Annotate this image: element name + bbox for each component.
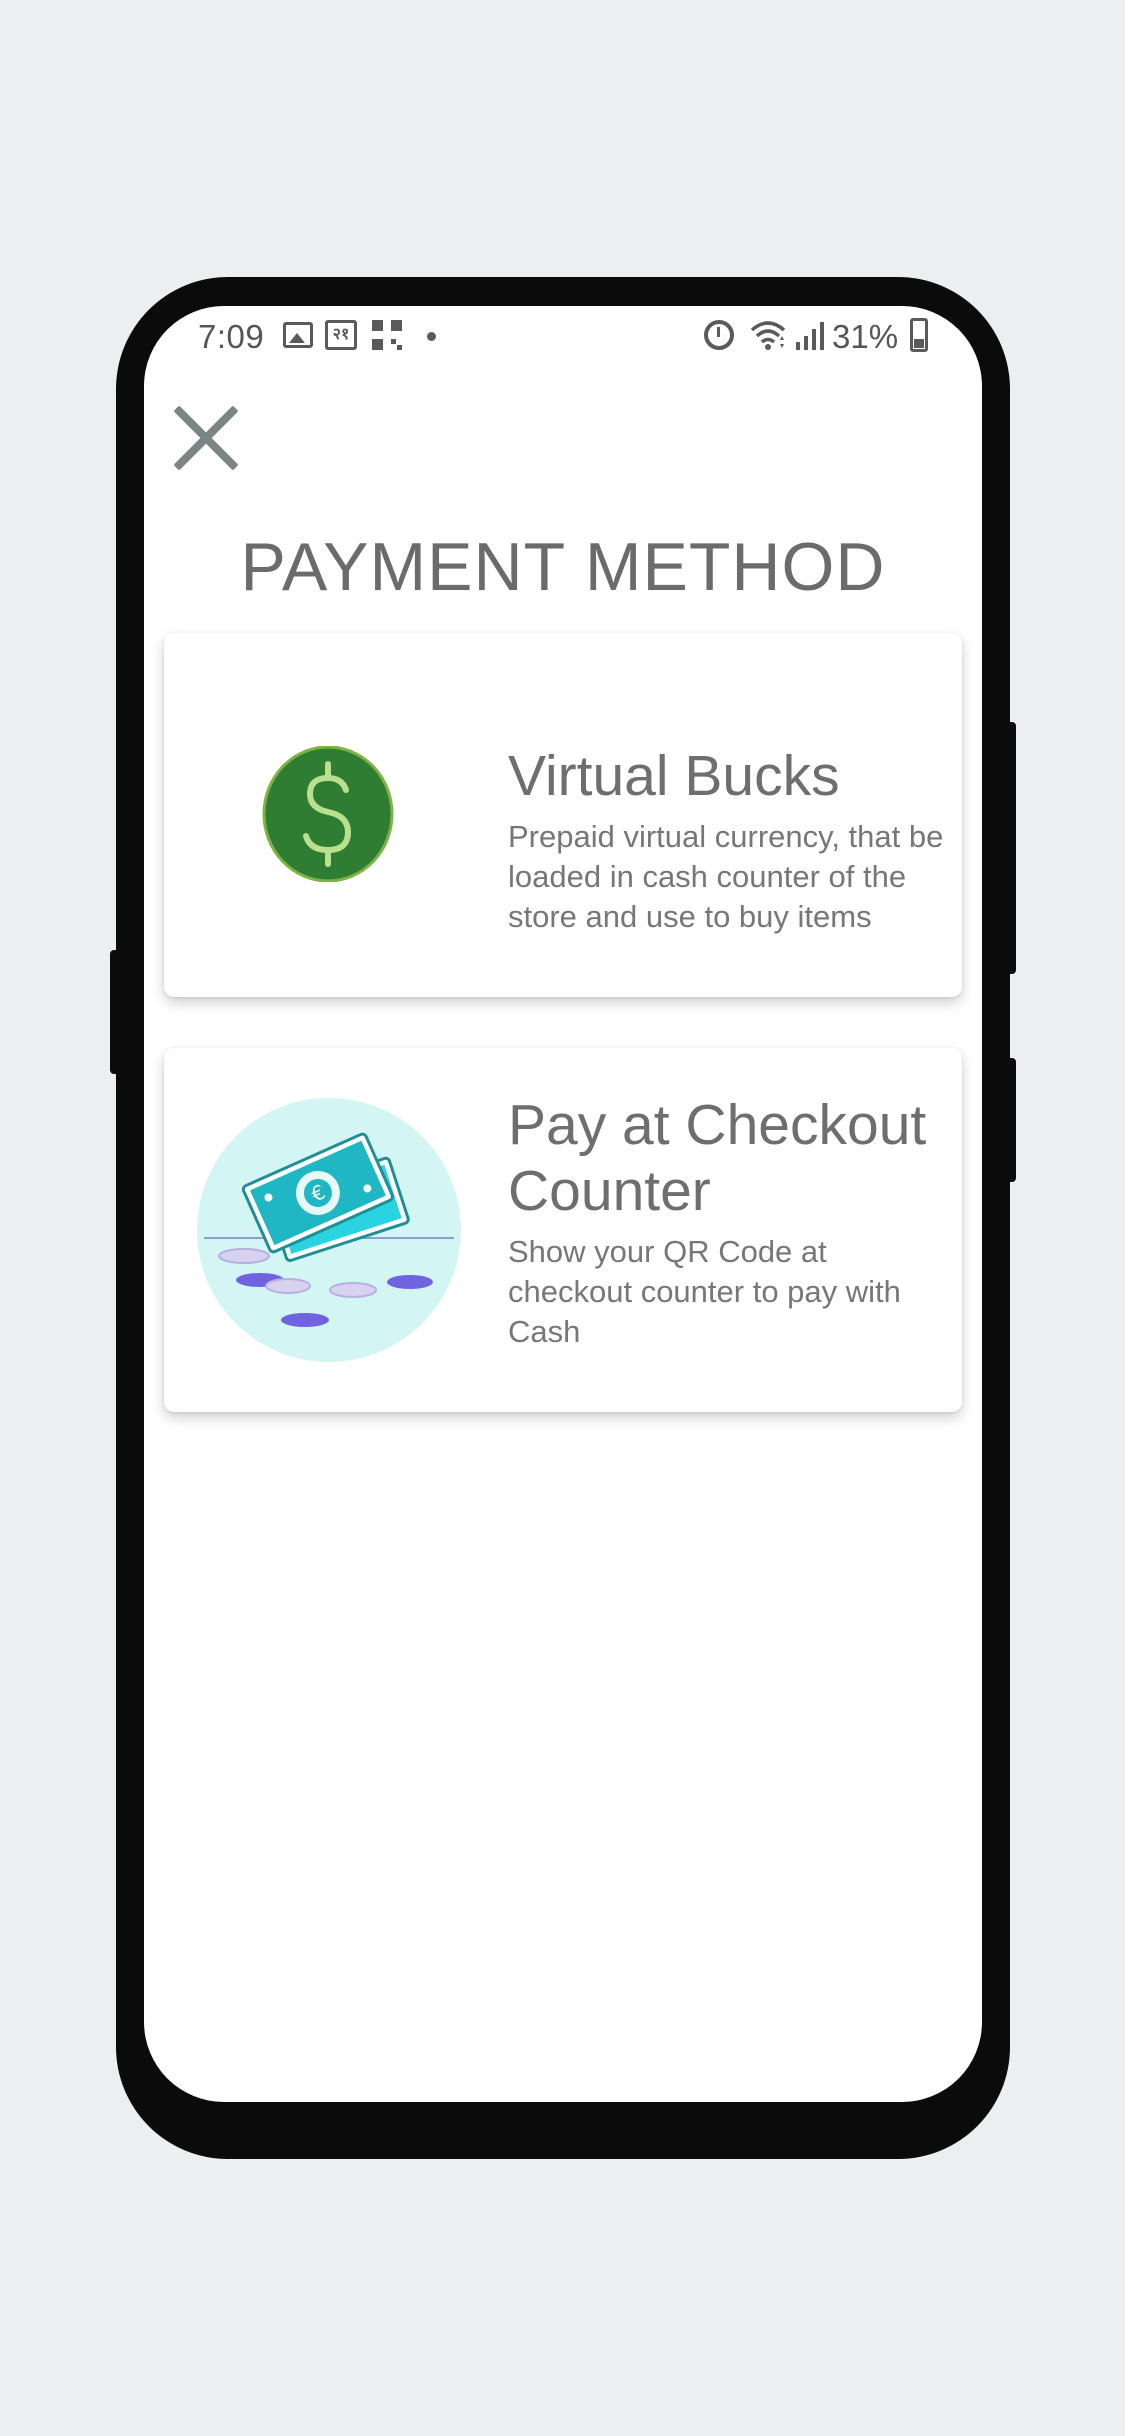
battery-percentage: 31%	[832, 318, 899, 355]
more-notifications-dot-icon	[427, 332, 436, 341]
signal-icon	[796, 322, 824, 350]
phone-side-button	[1006, 722, 1016, 974]
gallery-notification-icon	[283, 322, 313, 348]
option-title: Virtual Bucks	[508, 744, 840, 808]
option-title: Pay at Checkout Counter	[508, 1093, 927, 1223]
dollar-coin-icon	[262, 746, 394, 882]
status-time: 7:09	[198, 318, 265, 355]
page-title: PAYMENT METHOD	[240, 529, 886, 605]
payment-option-virtual-bucks[interactable]: Virtual Bucks Prepaid virtual currency, …	[164, 633, 962, 997]
cash-stack-illustration: €	[197, 1098, 461, 1362]
phone-volume-button	[110, 950, 120, 1074]
rupee-notification-icon: २१	[325, 320, 357, 350]
option-text: Virtual Bucks Prepaid virtual currency, …	[508, 743, 948, 937]
battery-icon	[910, 318, 928, 352]
qr-notification-icon	[372, 320, 402, 350]
wifi-icon	[750, 321, 786, 350]
close-button[interactable]	[170, 398, 242, 470]
alarm-icon	[704, 320, 734, 350]
status-bar: 7:09 २१ 31%	[144, 306, 982, 368]
payment-option-checkout-counter[interactable]: € Pay at Checkout Counter Show your QR C…	[164, 1048, 962, 1412]
option-description: Show your QR Code at checkout counter to…	[508, 1234, 901, 1349]
app-screen: 7:09 २१ 31% PAYMENT METHOD Virtual Bucks…	[144, 306, 982, 2102]
phone-power-button	[1006, 1058, 1016, 1182]
option-text: Pay at Checkout Counter Show your QR Cod…	[508, 1092, 948, 1352]
option-description: Prepaid virtual currency, that be loaded…	[508, 819, 944, 934]
